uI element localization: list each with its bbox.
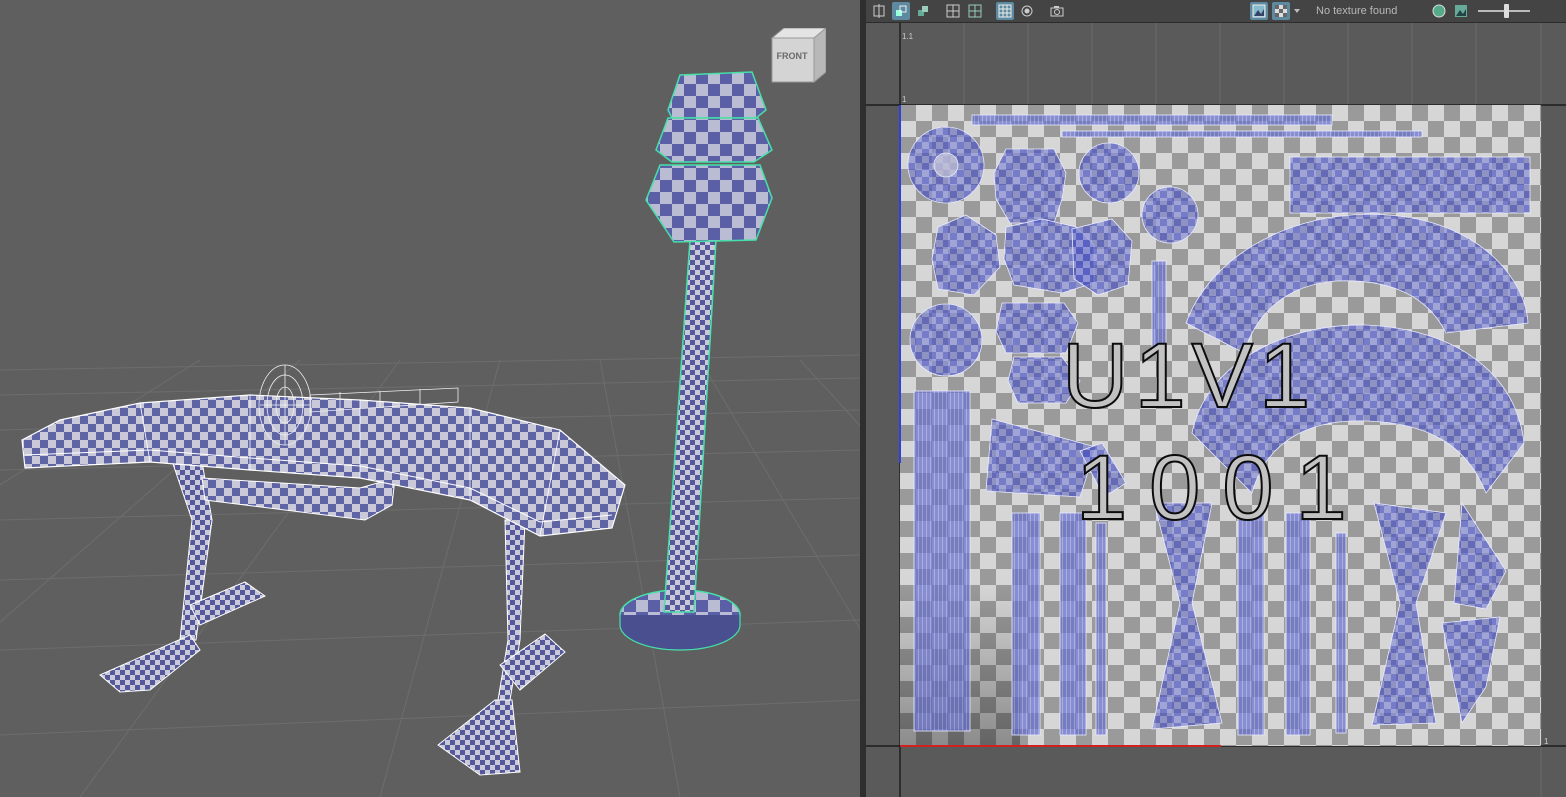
dim-image-icon[interactable]: [1018, 2, 1036, 20]
view-cube[interactable]: FRONT: [770, 28, 826, 84]
uv-editor-panel[interactable]: No texture found U1V1 1001 1.1 1 1: [866, 0, 1566, 797]
floor-lamp-model: [619, 71, 773, 651]
pixel-snap-icon[interactable]: [966, 2, 984, 20]
exposure-slider-handle[interactable]: [1503, 4, 1509, 18]
image-display-icon[interactable]: [1250, 2, 1268, 20]
chevron-down-icon[interactable]: [1292, 2, 1302, 20]
udim-label-bottom: 1001: [1076, 437, 1369, 539]
texture-status: No texture found: [1316, 5, 1398, 17]
exposure-icon[interactable]: [1452, 2, 1470, 20]
uv-frame-icon[interactable]: [870, 2, 888, 20]
uv-toolbar: No texture found: [866, 0, 1566, 23]
uv-corner-label-v1: 1: [902, 95, 907, 104]
uv-corner-label-top: 1.1: [902, 32, 914, 41]
view-cube-label: FRONT: [776, 51, 808, 61]
scene-canvas[interactable]: [0, 0, 860, 797]
exposure-slider[interactable]: [1478, 4, 1530, 18]
perspective-viewport[interactable]: FRONT: [0, 0, 860, 797]
grid-icon[interactable]: [944, 2, 962, 20]
uv-canvas[interactable]: U1V1 1001 1.1 1 1: [866, 23, 1566, 797]
checker-grid-icon[interactable]: [996, 2, 1014, 20]
uv-shade-icon[interactable]: [914, 2, 932, 20]
camera-icon[interactable]: [1048, 2, 1066, 20]
uv-shell-icon[interactable]: [892, 2, 910, 20]
checker-display-icon[interactable]: [1272, 2, 1290, 20]
udim-label-top: U1V1: [1062, 325, 1316, 427]
rgb-channel-icon[interactable]: [1430, 2, 1448, 20]
uv-corner-label-u1: 1: [1544, 737, 1549, 746]
